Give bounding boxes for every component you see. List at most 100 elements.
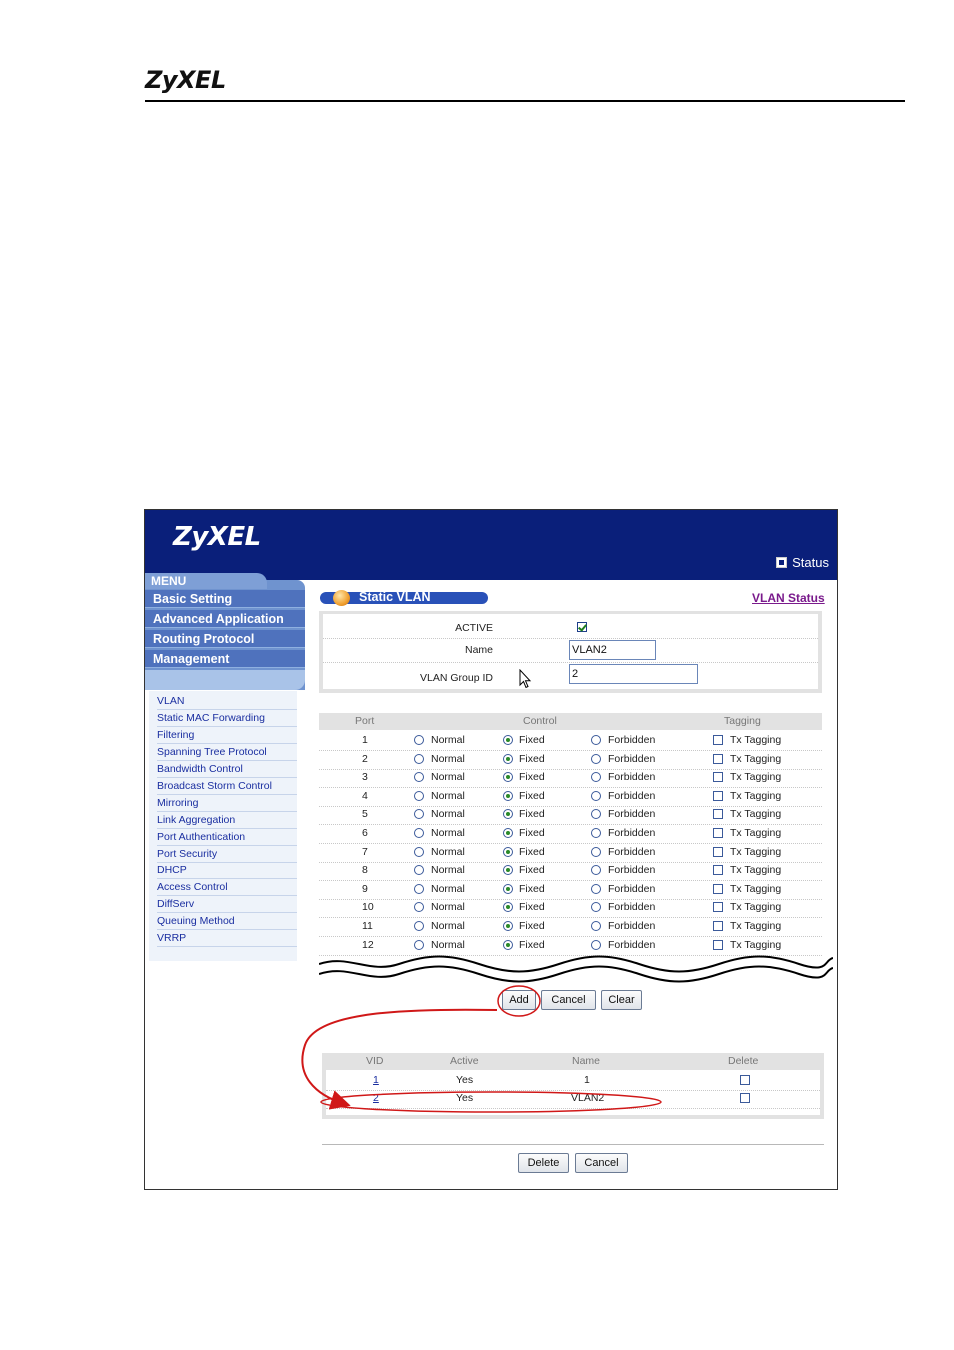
tx-tagging-label: Tx Tagging [730, 882, 782, 895]
forbidden-radio[interactable] [591, 828, 601, 838]
menu-item-advanced-application[interactable]: Advanced Application [145, 610, 305, 628]
forbidden-radio[interactable] [591, 846, 601, 857]
tx-tagging-checkbox[interactable] [713, 883, 723, 894]
fixed-radio[interactable] [503, 735, 513, 745]
normal-radio[interactable] [414, 753, 424, 764]
normal-radio[interactable] [414, 772, 424, 783]
normal-radio[interactable] [414, 809, 424, 820]
name-field[interactable]: VLAN2 [569, 640, 656, 660]
forbidden-radio[interactable] [591, 790, 601, 801]
tx-tagging-checkbox[interactable] [713, 846, 723, 857]
normal-radio[interactable] [414, 921, 424, 931]
vid-row: 1 Yes 1 [326, 1072, 820, 1091]
tx-tagging-checkbox[interactable] [713, 828, 723, 838]
tx-tagging-label: Tx Tagging [730, 920, 782, 932]
clear-button[interactable]: Clear [601, 990, 642, 1010]
fixed-radio[interactable] [503, 846, 513, 857]
forbidden-radio[interactable] [591, 735, 601, 745]
fixed-radio[interactable] [503, 809, 513, 820]
normal-label: Normal [431, 734, 465, 746]
cancel-button[interactable]: Cancel [541, 990, 596, 1010]
submenu-spanning-tree-protocol[interactable]: Spanning Tree Protocol [157, 744, 297, 761]
fixed-label: Fixed [519, 920, 545, 932]
status-link[interactable]: Status [776, 555, 829, 570]
group-id-field[interactable]: 2 [569, 664, 698, 684]
tx-tagging-checkbox[interactable] [713, 865, 723, 876]
tx-tagging-checkbox[interactable] [713, 772, 723, 783]
menu-item-routing-protocol[interactable]: Routing Protocol [145, 630, 305, 648]
forbidden-radio[interactable] [591, 902, 601, 913]
forbidden-radio[interactable] [591, 753, 601, 764]
tx-tagging-checkbox[interactable] [713, 902, 723, 913]
normal-radio[interactable] [414, 790, 424, 801]
forbidden-radio[interactable] [591, 921, 601, 931]
vid-delete-checkbox[interactable] [740, 1075, 750, 1085]
fixed-radio[interactable] [503, 790, 513, 801]
submenu-vrrp[interactable]: VRRP [157, 930, 297, 947]
forbidden-radio[interactable] [591, 939, 601, 950]
normal-radio[interactable] [414, 846, 424, 857]
submenu-mirroring[interactable]: Mirroring [157, 795, 297, 812]
forbidden-radio[interactable] [591, 883, 601, 894]
fixed-radio[interactable] [503, 772, 513, 783]
normal-radio[interactable] [414, 902, 424, 913]
menu-item-management[interactable]: Management [145, 650, 305, 668]
fixed-radio[interactable] [503, 753, 513, 764]
submenu-filtering[interactable]: Filtering [157, 727, 297, 744]
fixed-label: Fixed [519, 789, 545, 802]
tx-tagging-checkbox[interactable] [713, 939, 723, 950]
forbidden-radio[interactable] [591, 772, 601, 783]
normal-radio[interactable] [414, 865, 424, 876]
submenu-bandwidth-control[interactable]: Bandwidth Control [157, 761, 297, 778]
forbidden-label: Forbidden [608, 864, 656, 877]
submenu-diffserv[interactable]: DiffServ [157, 896, 297, 913]
submenu-vlan[interactable]: VLAN [157, 693, 297, 710]
normal-radio[interactable] [414, 939, 424, 950]
tx-tagging-label: Tx Tagging [730, 845, 782, 858]
submenu-broadcast-storm-control[interactable]: Broadcast Storm Control [157, 778, 297, 795]
forbidden-radio[interactable] [591, 865, 601, 876]
fixed-label: Fixed [519, 827, 545, 839]
submenu-queuing-method[interactable]: Queuing Method [157, 913, 297, 930]
normal-radio[interactable] [414, 735, 424, 745]
submenu-port-security[interactable]: Port Security [157, 846, 297, 863]
menu-item-basic-setting[interactable]: Basic Setting [145, 590, 305, 608]
tx-tagging-label: Tx Tagging [730, 789, 782, 802]
add-button[interactable]: Add [502, 990, 536, 1010]
vlan-form: ACTIVE Name VLAN2 VLAN Group ID 2 [319, 611, 822, 693]
tx-tagging-checkbox[interactable] [713, 790, 723, 801]
normal-radio[interactable] [414, 883, 424, 894]
port-row: 8 Normal Fixed Forbidden Tx Tagging [319, 862, 822, 882]
tx-tagging-checkbox[interactable] [713, 753, 723, 764]
tx-tagging-label: Tx Tagging [730, 901, 782, 914]
submenu-port-authentication[interactable]: Port Authentication [157, 829, 297, 846]
normal-radio[interactable] [414, 828, 424, 838]
tx-tagging-checkbox[interactable] [713, 809, 723, 820]
tx-tagging-checkbox[interactable] [713, 735, 723, 745]
vlan-status-link[interactable]: VLAN Status [752, 591, 825, 605]
active-checkbox[interactable] [577, 622, 587, 632]
forbidden-radio[interactable] [591, 809, 601, 820]
fixed-label: Fixed [519, 864, 545, 877]
normal-label: Normal [431, 882, 465, 895]
bottom-cancel-button[interactable]: Cancel [575, 1153, 628, 1173]
submenu-dhcp[interactable]: DHCP [157, 862, 297, 879]
vid-link[interactable]: 2 [373, 1092, 379, 1104]
menu-header: MENU [145, 573, 267, 589]
control-header: Control [523, 715, 557, 727]
vid-link[interactable]: 1 [373, 1074, 379, 1086]
submenu-static-mac-forwarding[interactable]: Static MAC Forwarding [157, 710, 297, 727]
fixed-radio[interactable] [503, 939, 513, 950]
group-id-label: VLAN Group ID [420, 672, 493, 684]
submenu-link-aggregation[interactable]: Link Aggregation [157, 812, 297, 829]
fixed-radio[interactable] [503, 902, 513, 913]
tx-tagging-checkbox[interactable] [713, 921, 723, 931]
top-banner: ZyXEL Status [145, 510, 837, 580]
fixed-radio[interactable] [503, 865, 513, 876]
fixed-radio[interactable] [503, 883, 513, 894]
submenu-access-control[interactable]: Access Control [157, 879, 297, 896]
fixed-radio[interactable] [503, 921, 513, 931]
fixed-radio[interactable] [503, 828, 513, 838]
vid-delete-checkbox[interactable] [740, 1093, 750, 1103]
delete-button[interactable]: Delete [518, 1153, 569, 1173]
